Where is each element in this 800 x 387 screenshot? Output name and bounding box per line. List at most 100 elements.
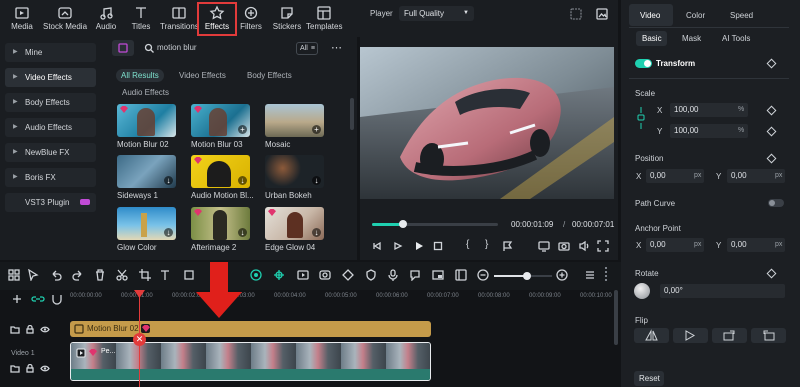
track-visibility-icon[interactable] (40, 364, 50, 373)
category-vst3-plugin[interactable]: VST3 Plugin (5, 193, 96, 212)
render-preview-icon[interactable] (297, 269, 309, 281)
camera-snapshot-icon[interactable] (558, 240, 570, 252)
tab-templates[interactable]: Templates (306, 3, 342, 35)
link-icon[interactable] (31, 293, 45, 305)
play-slow-icon[interactable] (393, 241, 403, 251)
subtab-ai-tools[interactable]: AI Tools (722, 34, 750, 43)
flip-vertical-button[interactable] (673, 328, 708, 343)
text-icon[interactable] (160, 269, 172, 281)
scale-x-field[interactable]: 100,00 (670, 103, 748, 117)
filter-audio-effects[interactable]: Audio Effects (122, 86, 169, 99)
rotate-dial[interactable] (634, 283, 650, 299)
microphone-icon[interactable] (387, 269, 399, 281)
download-icon[interactable]: ↓ (164, 176, 173, 185)
category-audio-effects[interactable]: ▶ Audio Effects (5, 118, 96, 137)
favorites-button[interactable] (112, 40, 134, 56)
picture-in-picture-icon[interactable] (432, 269, 444, 281)
download-icon[interactable]: ↓ (238, 176, 247, 185)
download-icon[interactable]: ↓ (164, 228, 173, 237)
split-scissors-icon[interactable] (116, 269, 128, 281)
chapter-icon[interactable] (455, 269, 467, 281)
panel-handle-icon[interactable] (605, 267, 608, 281)
timeline-scrollbar[interactable] (614, 290, 618, 345)
snapshot-image-icon[interactable] (596, 8, 608, 20)
magnet-icon[interactable] (50, 293, 64, 305)
track-visibility-icon[interactable] (40, 325, 50, 334)
undo-icon[interactable] (50, 269, 62, 281)
rotate-left-button[interactable] (751, 328, 786, 343)
add-track-icon[interactable] (11, 293, 23, 305)
track-folder-icon[interactable] (10, 364, 20, 373)
category-mine[interactable]: ▶ Mine (5, 43, 96, 62)
rotate-right-button[interactable] (712, 328, 747, 343)
link-lock-icon[interactable] (636, 106, 646, 130)
split-marker-icon[interactable]: ✕ (133, 333, 146, 346)
timeline-settings-icon[interactable] (584, 269, 596, 281)
subtab-basic[interactable]: Basic (636, 31, 667, 46)
tab-filters[interactable]: Filters (234, 3, 268, 35)
search-input[interactable]: motion blur (139, 40, 292, 56)
category-video-effects[interactable]: ▶ Video Effects (5, 68, 96, 87)
tab-color[interactable]: Color (686, 11, 705, 20)
filter-all-results[interactable]: All Results (116, 69, 164, 82)
layout-grid-icon[interactable] (8, 269, 20, 281)
volume-icon[interactable] (578, 240, 590, 252)
tab-video[interactable]: Video (629, 4, 673, 26)
tab-audio[interactable]: Audio (89, 3, 123, 35)
flip-horizontal-button[interactable] (634, 328, 669, 343)
video-clip[interactable]: Pe... (70, 342, 431, 381)
tab-titles[interactable]: Titles (124, 3, 158, 35)
mark-in-icon[interactable]: { (466, 239, 469, 250)
category-newblue-fx[interactable]: ▶ NewBlue FX (5, 143, 96, 162)
playback-progress-track[interactable] (372, 220, 498, 228)
effect-thumb-glow-color[interactable]: ↓ (117, 207, 176, 240)
tab-transitions[interactable]: Transitions (160, 3, 199, 35)
transform-toggle[interactable] (635, 59, 652, 68)
track-lock-icon[interactable] (25, 325, 35, 334)
auto-highlight-icon[interactable] (319, 269, 331, 281)
category-body-effects[interactable]: ▶ Body Effects (5, 93, 96, 112)
filter-video-effects[interactable]: Video Effects (179, 69, 226, 82)
snap-icon[interactable] (273, 269, 285, 281)
marker-icon[interactable] (502, 241, 514, 251)
display-icon[interactable] (538, 240, 550, 252)
stop-icon[interactable] (433, 241, 443, 251)
voiceover-icon[interactable] (409, 269, 421, 281)
mark-out-icon[interactable]: } (485, 239, 488, 250)
subtab-mask[interactable]: Mask (682, 34, 701, 43)
effect-thumb-sideways-1[interactable]: ↓ (117, 155, 176, 188)
quality-dropdown[interactable]: Full Quality ▼ (399, 6, 474, 21)
effect-thumb-mosaic[interactable]: + (265, 104, 324, 137)
zoom-out-icon[interactable] (477, 269, 489, 281)
zoom-in-icon[interactable] (556, 269, 568, 281)
effect-clip[interactable]: Motion Blur 02 (70, 321, 431, 337)
keyframe-icon[interactable] (342, 269, 354, 281)
track-lock-icon[interactable] (25, 364, 35, 373)
more-options-icon[interactable]: ⋯ (331, 41, 342, 54)
tab-media[interactable]: Media (5, 3, 39, 35)
download-icon[interactable]: ↓ (312, 228, 321, 237)
add-effect-icon[interactable]: + (238, 125, 247, 134)
effect-thumb-motion-blur-03[interactable]: + (191, 104, 250, 137)
zoom-slider-knob[interactable] (523, 272, 531, 280)
effect-thumb-edge-glow-04[interactable]: ↓ (265, 207, 324, 240)
video-preview[interactable] (360, 47, 614, 199)
track-folder-icon[interactable] (10, 325, 20, 334)
crop-icon[interactable] (139, 269, 151, 281)
delete-icon[interactable] (94, 269, 106, 281)
browser-scrollbar[interactable] (350, 98, 354, 130)
download-icon[interactable]: ↓ (238, 228, 247, 237)
effect-thumb-afterimage-2[interactable]: ↓ (191, 207, 250, 240)
filter-body-effects[interactable]: Body Effects (247, 69, 292, 82)
grid-view-icon[interactable] (570, 8, 582, 20)
tab-stock-media[interactable]: Stock Media (43, 3, 87, 35)
zoom-slider-track[interactable] (494, 272, 552, 280)
effect-thumb-motion-blur-02[interactable] (117, 104, 176, 137)
tab-speed[interactable]: Speed (730, 11, 753, 20)
add-effect-icon[interactable]: + (312, 125, 321, 134)
path-curve-toggle[interactable] (768, 199, 784, 207)
download-icon[interactable]: ↓ (312, 176, 321, 185)
previous-frame-icon[interactable] (372, 241, 382, 251)
ai-motion-icon[interactable] (250, 269, 262, 281)
effect-thumb-audio-motion-blur[interactable]: ↓ (191, 155, 250, 188)
